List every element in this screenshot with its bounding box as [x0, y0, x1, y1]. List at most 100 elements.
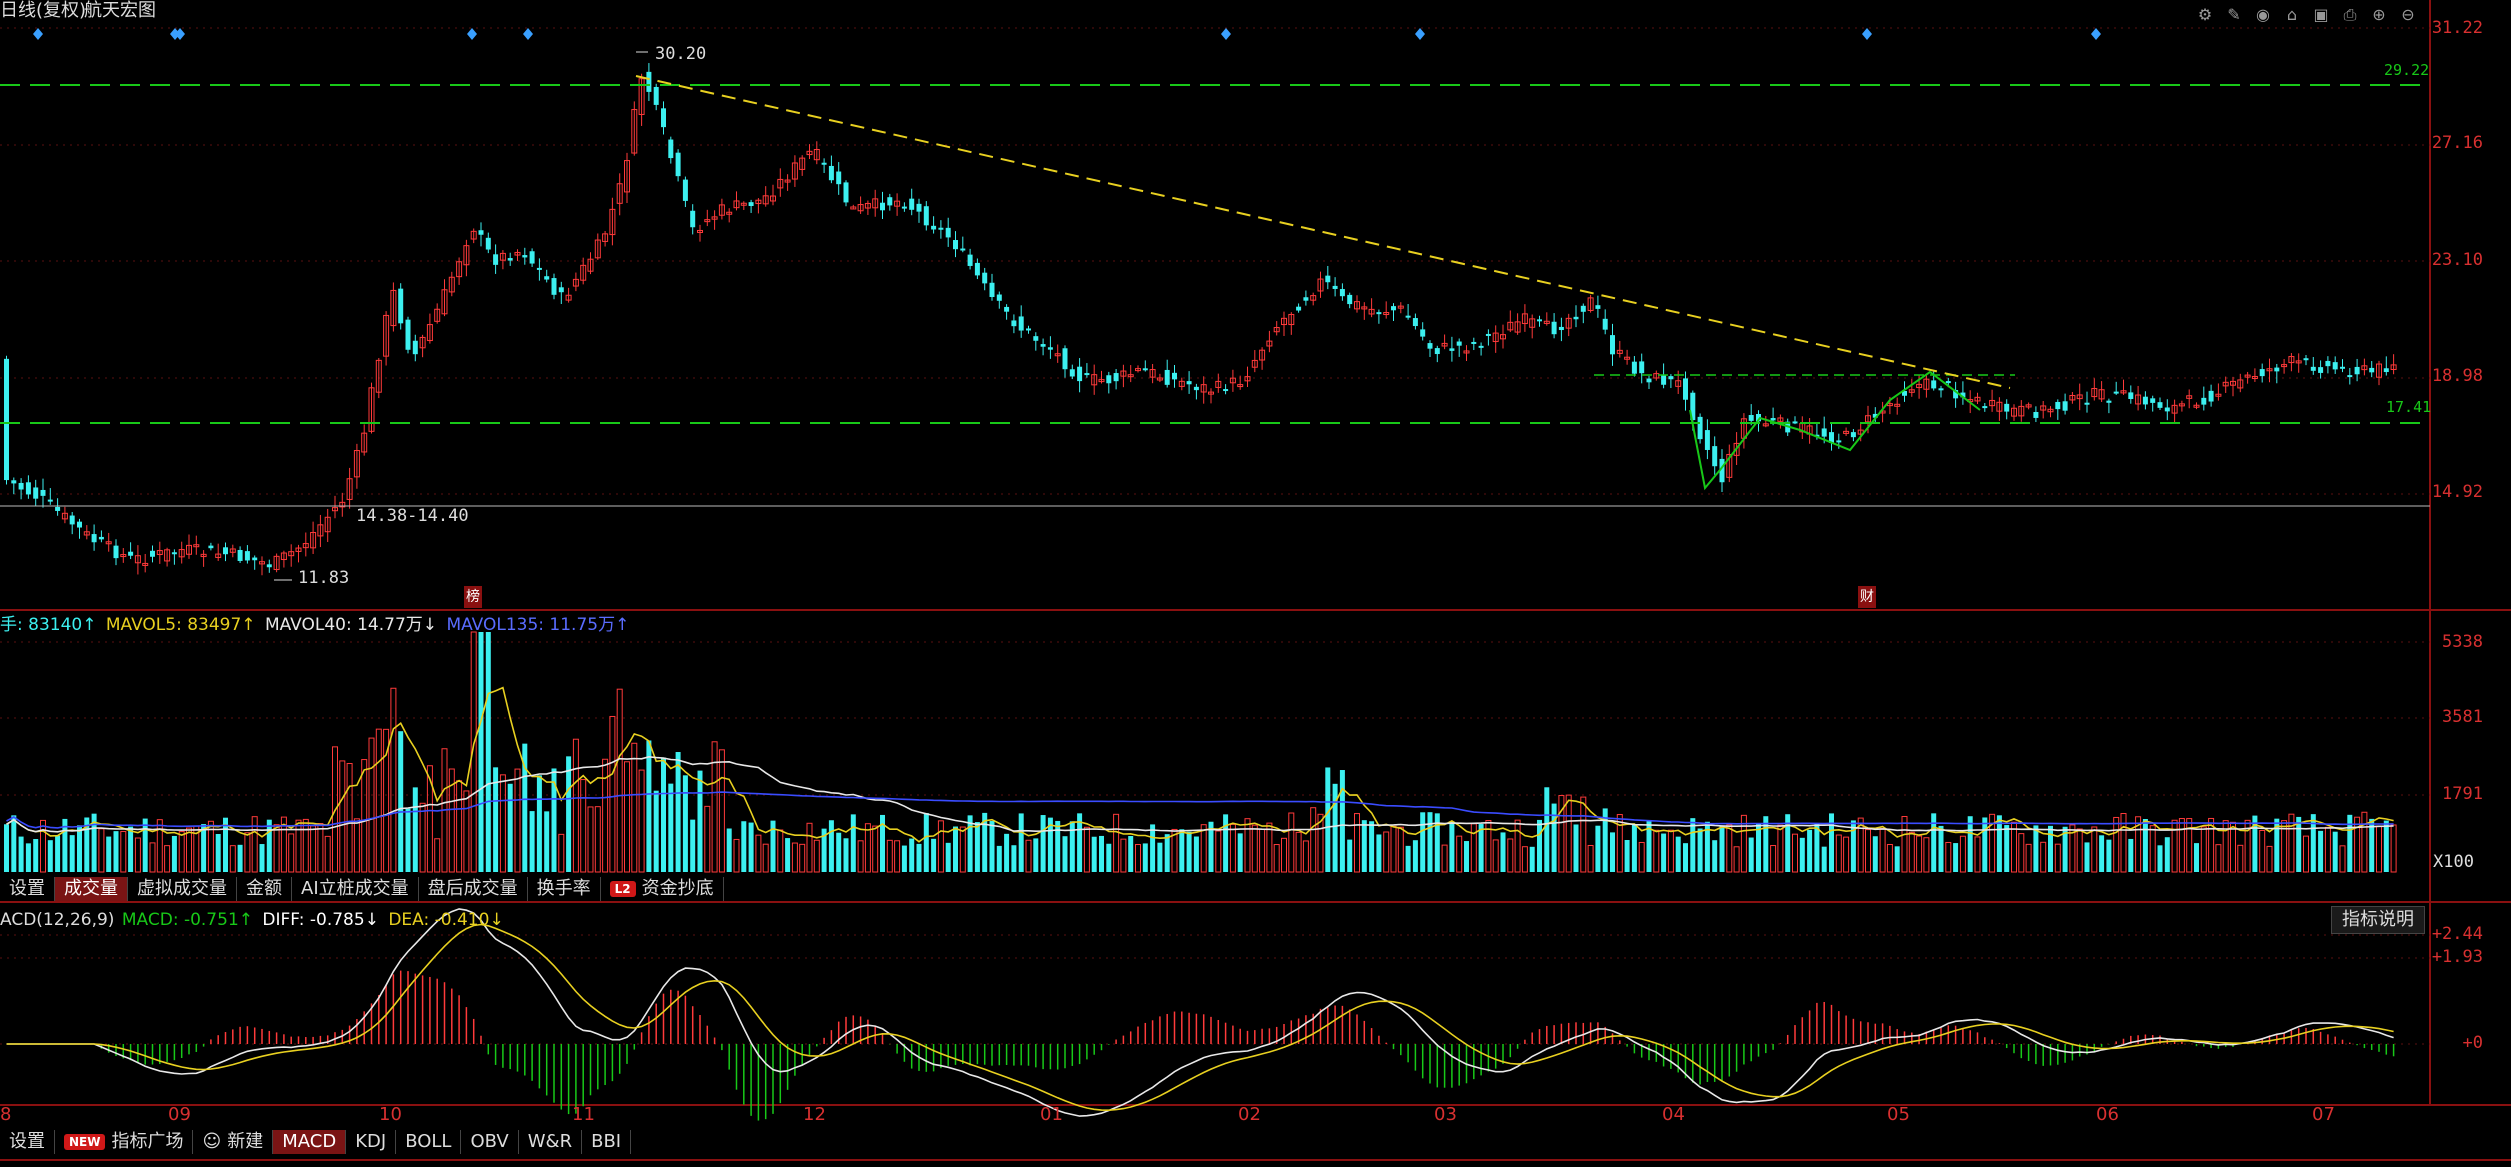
volume-bar	[2266, 845, 2273, 873]
volume-axis-label: 1791	[2442, 784, 2483, 804]
volume-bar	[1128, 835, 1134, 872]
volume-bar	[478, 632, 484, 872]
volume-bar	[1748, 837, 1754, 872]
volume-bar	[2383, 820, 2389, 872]
volume-bar	[1142, 843, 1148, 872]
candle	[1347, 294, 1353, 305]
kline-chart[interactable]	[0, 0, 2511, 1167]
macd-histogram	[100, 970, 2395, 1121]
volume-bar	[149, 842, 156, 873]
tab-2[interactable]: ☺ 新建	[193, 1130, 274, 1154]
volume-bar	[2215, 844, 2222, 873]
volume-bar	[2113, 816, 2120, 873]
candle	[2354, 366, 2360, 375]
tab-1[interactable]: 成交量	[55, 877, 128, 901]
volume-bar	[733, 838, 740, 873]
candle	[960, 248, 966, 251]
zoom-out-icon[interactable]: ⊖	[2397, 4, 2419, 26]
indicator-explain-button[interactable]: 指标说明	[2331, 906, 2425, 934]
volume-bar	[2296, 816, 2302, 872]
mavol135-label: MAVOL135:	[446, 615, 550, 635]
tab-3[interactable]: MACD	[273, 1130, 347, 1154]
event-marker	[467, 28, 477, 40]
tab-7[interactable]: L2 资金抄底	[601, 877, 724, 901]
tab-5[interactable]: 盘后成交量	[419, 877, 528, 901]
volume-bar	[259, 844, 265, 872]
volume-bar	[2033, 825, 2039, 872]
candle	[551, 278, 557, 295]
tab-8[interactable]: BBI	[582, 1130, 632, 1154]
ranking-marker[interactable]: 榜	[464, 586, 482, 608]
volume-bar	[711, 741, 718, 873]
volume-bar	[33, 839, 39, 872]
volume-bar	[302, 818, 309, 873]
volume-bar	[1726, 824, 1733, 873]
tab-2[interactable]: 虚拟成交量	[128, 877, 237, 901]
month-label: 05	[1887, 1104, 1910, 1125]
tab-3[interactable]: 金额	[237, 877, 292, 901]
volume-bar	[1033, 838, 1039, 872]
tab-4[interactable]: AI立桩成交量	[292, 877, 419, 901]
volume-bar	[120, 830, 127, 873]
tab-label: KDJ	[355, 1131, 387, 1152]
volume-bar	[1215, 830, 1222, 873]
volume-bar	[1397, 826, 1404, 873]
settings-icon[interactable]: ⚙	[2194, 4, 2216, 26]
tab-7[interactable]: W&R	[519, 1130, 583, 1154]
volume-bar	[2018, 833, 2025, 873]
volume-bar	[434, 838, 441, 873]
volume-bar	[288, 833, 295, 873]
candle	[989, 282, 995, 298]
candle	[98, 536, 104, 540]
candle	[675, 152, 681, 177]
lock-icon[interactable]: ▣	[2310, 4, 2332, 26]
volume-bar	[2200, 826, 2207, 873]
tab-4[interactable]: KDJ	[346, 1130, 397, 1154]
pen-icon[interactable]: ✎	[2223, 4, 2245, 26]
tab-0[interactable]: 设置	[0, 1130, 55, 1154]
volume-bar	[142, 818, 148, 872]
candle	[916, 203, 922, 212]
volume-bar	[2120, 813, 2127, 873]
tab-6[interactable]: OBV	[461, 1130, 519, 1154]
volume-bar	[463, 790, 470, 873]
candle	[1427, 343, 1433, 349]
tab-1[interactable]: NEW 指标广场	[55, 1130, 194, 1154]
volume-bar	[1099, 835, 1104, 872]
tab-5[interactable]: BOLL	[396, 1130, 462, 1154]
volume-bar	[215, 834, 221, 872]
candle	[1580, 305, 1586, 312]
price-axis-label: 27.16	[2431, 133, 2483, 153]
volume-legend: 手: 83140↑ MAVOL5: 83497↑ MAVOL40: 14.77万…	[0, 614, 629, 636]
chart-period-label[interactable]: 日线(复权)	[0, 0, 86, 22]
volume-indicator-tabs: 设置 成交量 虚拟成交量 金额 AI立桩成交量 盘后成交量 换手率 L2 资金抄底	[0, 876, 724, 902]
tab-6[interactable]: 换手率	[528, 877, 601, 901]
candle	[1062, 348, 1068, 370]
volume-bar	[1938, 825, 1944, 872]
candle	[1595, 305, 1601, 309]
volume-bar	[1931, 813, 1937, 872]
home-icon[interactable]: ⌂	[2281, 4, 2303, 26]
financial-report-marker[interactable]: 财	[1858, 586, 1876, 608]
event-marker	[1415, 28, 1425, 40]
candle	[1931, 380, 1937, 389]
print-icon[interactable]: ⎙	[2339, 4, 2361, 26]
month-label: 09	[168, 1104, 191, 1125]
macd-axis-label: +0	[2462, 1033, 2483, 1053]
volume-bar	[901, 845, 907, 872]
tab-0[interactable]: 设置	[0, 877, 55, 901]
volume-bar	[916, 843, 922, 872]
volume-bar	[2149, 825, 2156, 873]
candle	[529, 251, 535, 264]
tab-label: MACD	[282, 1131, 337, 1152]
range-annotation: 14.38-14.40	[356, 506, 469, 526]
tab-label: 盘后成交量	[427, 878, 518, 899]
eye-icon[interactable]: ◉	[2252, 4, 2274, 26]
volume-bar	[1237, 833, 1243, 872]
volume-bar	[11, 815, 17, 872]
volume-bar	[755, 834, 762, 873]
candle	[2150, 398, 2156, 403]
candle	[1573, 316, 1579, 320]
zoom-in-icon[interactable]: ⊕	[2368, 4, 2390, 26]
candle	[1836, 440, 1842, 443]
